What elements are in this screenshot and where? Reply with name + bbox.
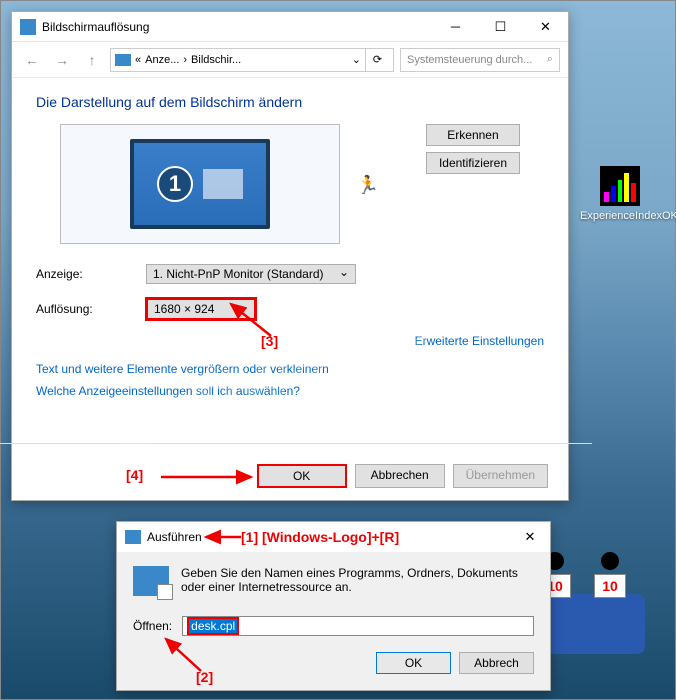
breadcrumb-item[interactable]: Anze... [145,54,179,66]
monitor-screen-icon: 1 [130,139,270,229]
advanced-settings-link[interactable]: Erweiterte Einstellungen [36,334,544,348]
run-program-icon [133,566,169,596]
monitor-preview[interactable]: 1 🏃 [60,124,340,244]
refresh-button[interactable]: ⟳ [365,48,389,72]
search-input[interactable]: Systemsteuerung durch... ⌕ [400,48,560,72]
cancel-button[interactable]: Abbrechen [355,464,445,488]
which-settings-link[interactable]: Welche Anzeigeeinstellungen soll ich aus… [36,384,544,398]
toolbar: ← → ↑ « Anze... › Bildschir... ⌄ ⟳ Syste… [12,42,568,78]
open-label: Öffnen: [133,619,172,633]
calendar-icon [203,169,243,199]
maximize-button[interactable]: ☐ [478,12,523,41]
close-button[interactable]: ✕ [523,12,568,41]
bar-chart-icon [600,166,640,206]
divider [0,443,592,444]
ok-button[interactable]: OK [376,652,451,674]
display-select[interactable]: 1. Nicht-PnP Monitor (Standard) [146,264,356,284]
titlebar[interactable]: Bildschirmauflösung ─ ☐ ✕ [12,12,568,42]
window-title: Bildschirmauflösung [42,20,433,34]
desktop-icon-label: ExperienceIndexOK [580,210,660,222]
display-settings-window: Bildschirmauflösung ─ ☐ ✕ ← → ↑ « Anze..… [11,11,569,501]
resolution-select[interactable]: 1680 × 924 [146,298,256,320]
breadcrumb-dropdown-icon[interactable]: ⌄ [352,53,361,66]
breadcrumb-item[interactable]: Bildschir... [191,54,241,66]
resolution-label: Auflösung: [36,302,146,316]
desktop-icon-experienceindex[interactable]: ExperienceIndexOK [580,166,660,222]
monitor-icon [20,19,36,35]
content-area: Die Darstellung auf dem Bildschirm änder… [12,78,568,422]
cancel-button[interactable]: Abbrech [459,652,534,674]
input-value: desk.cpl [187,617,239,635]
display-label: Anzeige: [36,267,146,281]
close-button[interactable]: ✕ [510,523,550,552]
decorative-figure: 🏃 [357,175,379,196]
annotation-2: [2] [196,669,213,685]
forward-button[interactable]: → [50,48,74,72]
monitor-number: 1 [157,166,193,202]
pc-icon [115,54,131,66]
ok-button[interactable]: OK [257,464,347,488]
run-description: Geben Sie den Namen eines Programms, Ord… [181,566,534,596]
run-dialog: Ausführen ✕ Geben Sie den Namen eines Pr… [116,521,551,691]
annotation-3: [3] [261,333,278,349]
breadcrumb[interactable]: « Anze... › Bildschir... ⌄ ⟳ [110,48,394,72]
search-icon: ⌕ [547,53,553,66]
annotation-4: [4] [126,467,143,483]
annotation-1: [1] [Windows-Logo]+[R] [241,529,399,545]
minimize-button[interactable]: ─ [433,12,478,41]
apply-button: Übernehmen [453,464,548,488]
identify-button[interactable]: Identifizieren [426,152,520,174]
scale-text-link[interactable]: Text und weitere Elemente vergrößern ode… [36,362,544,376]
command-input[interactable]: desk.cpl [182,616,534,636]
run-icon [125,530,141,544]
back-button[interactable]: ← [20,48,44,72]
up-button[interactable]: ↑ [80,48,104,72]
detect-button[interactable]: Erkennen [426,124,520,146]
search-placeholder: Systemsteuerung durch... [407,54,532,66]
page-title: Die Darstellung auf dem Bildschirm änder… [36,94,544,110]
